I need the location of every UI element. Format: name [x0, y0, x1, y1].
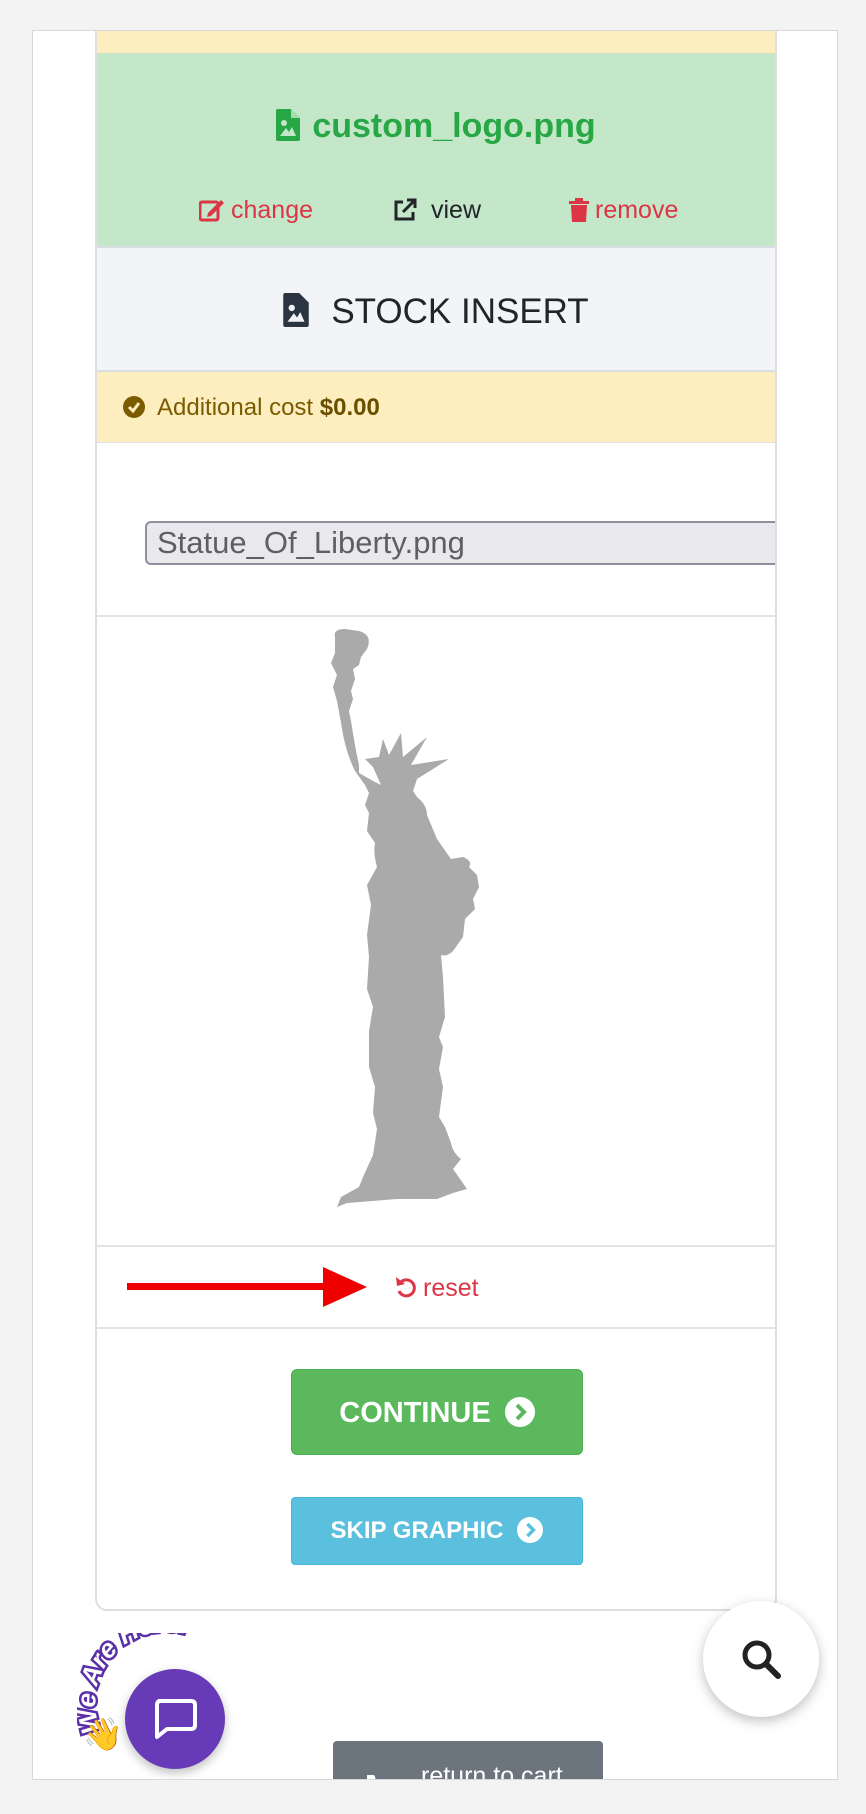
trash-icon	[569, 198, 589, 229]
graphic-file-input[interactable]: Statue_Of_Liberty.png	[145, 521, 775, 565]
stock-insert-panel[interactable]: STOCK INSERT	[97, 248, 775, 372]
uploaded-file-panel: custom_logo.png change view remove	[97, 54, 775, 248]
cost-label: Additional cost	[157, 394, 314, 421]
chevron-circle-right-icon	[517, 1503, 544, 1569]
top-notice-strip	[97, 31, 775, 54]
chevron-circle-right-icon	[504, 1375, 535, 1461]
check-circle-icon	[123, 396, 145, 425]
additional-cost-notice: Additional cost $0.00	[97, 372, 775, 443]
edit-icon	[198, 198, 225, 229]
graphic-card: custom_logo.png change view remove STOCK…	[95, 31, 777, 1611]
undo-icon	[395, 1275, 417, 1306]
red-arrow-annotation	[127, 1267, 367, 1307]
external-link-icon	[393, 198, 417, 229]
file-input-row: Statue_Of_Liberty.png	[97, 443, 775, 617]
shopping-cart-icon	[367, 1761, 399, 1779]
search-button[interactable]	[703, 1601, 819, 1717]
reset-link[interactable]: reset	[395, 1273, 479, 1306]
remove-file-link[interactable]: remove	[569, 195, 678, 229]
image-file-icon	[283, 293, 310, 336]
chat-bubble-icon	[155, 1699, 197, 1739]
change-file-link[interactable]: change	[198, 195, 313, 229]
search-icon	[742, 1640, 781, 1679]
chat-button[interactable]	[125, 1669, 225, 1769]
statue-of-liberty-image	[331, 629, 479, 1207]
cost-amount: $0.00	[319, 394, 380, 421]
return-to-cart-button[interactable]: return to cart	[333, 1741, 603, 1779]
continue-button[interactable]: CONTINUE	[291, 1369, 583, 1455]
stock-insert-title: STOCK INSERT	[97, 292, 775, 336]
waving-hand-icon: 👋	[83, 1716, 123, 1753]
graphic-preview	[97, 617, 775, 1247]
image-file-icon	[276, 109, 301, 150]
skip-graphic-button[interactable]: SKIP GRAPHIC	[291, 1497, 583, 1565]
view-file-link[interactable]: view	[393, 195, 481, 229]
app-frame: custom_logo.png change view remove STOCK…	[32, 30, 838, 1780]
uploaded-file-name: custom_logo.png	[97, 106, 775, 150]
reset-row: reset	[97, 1247, 775, 1329]
